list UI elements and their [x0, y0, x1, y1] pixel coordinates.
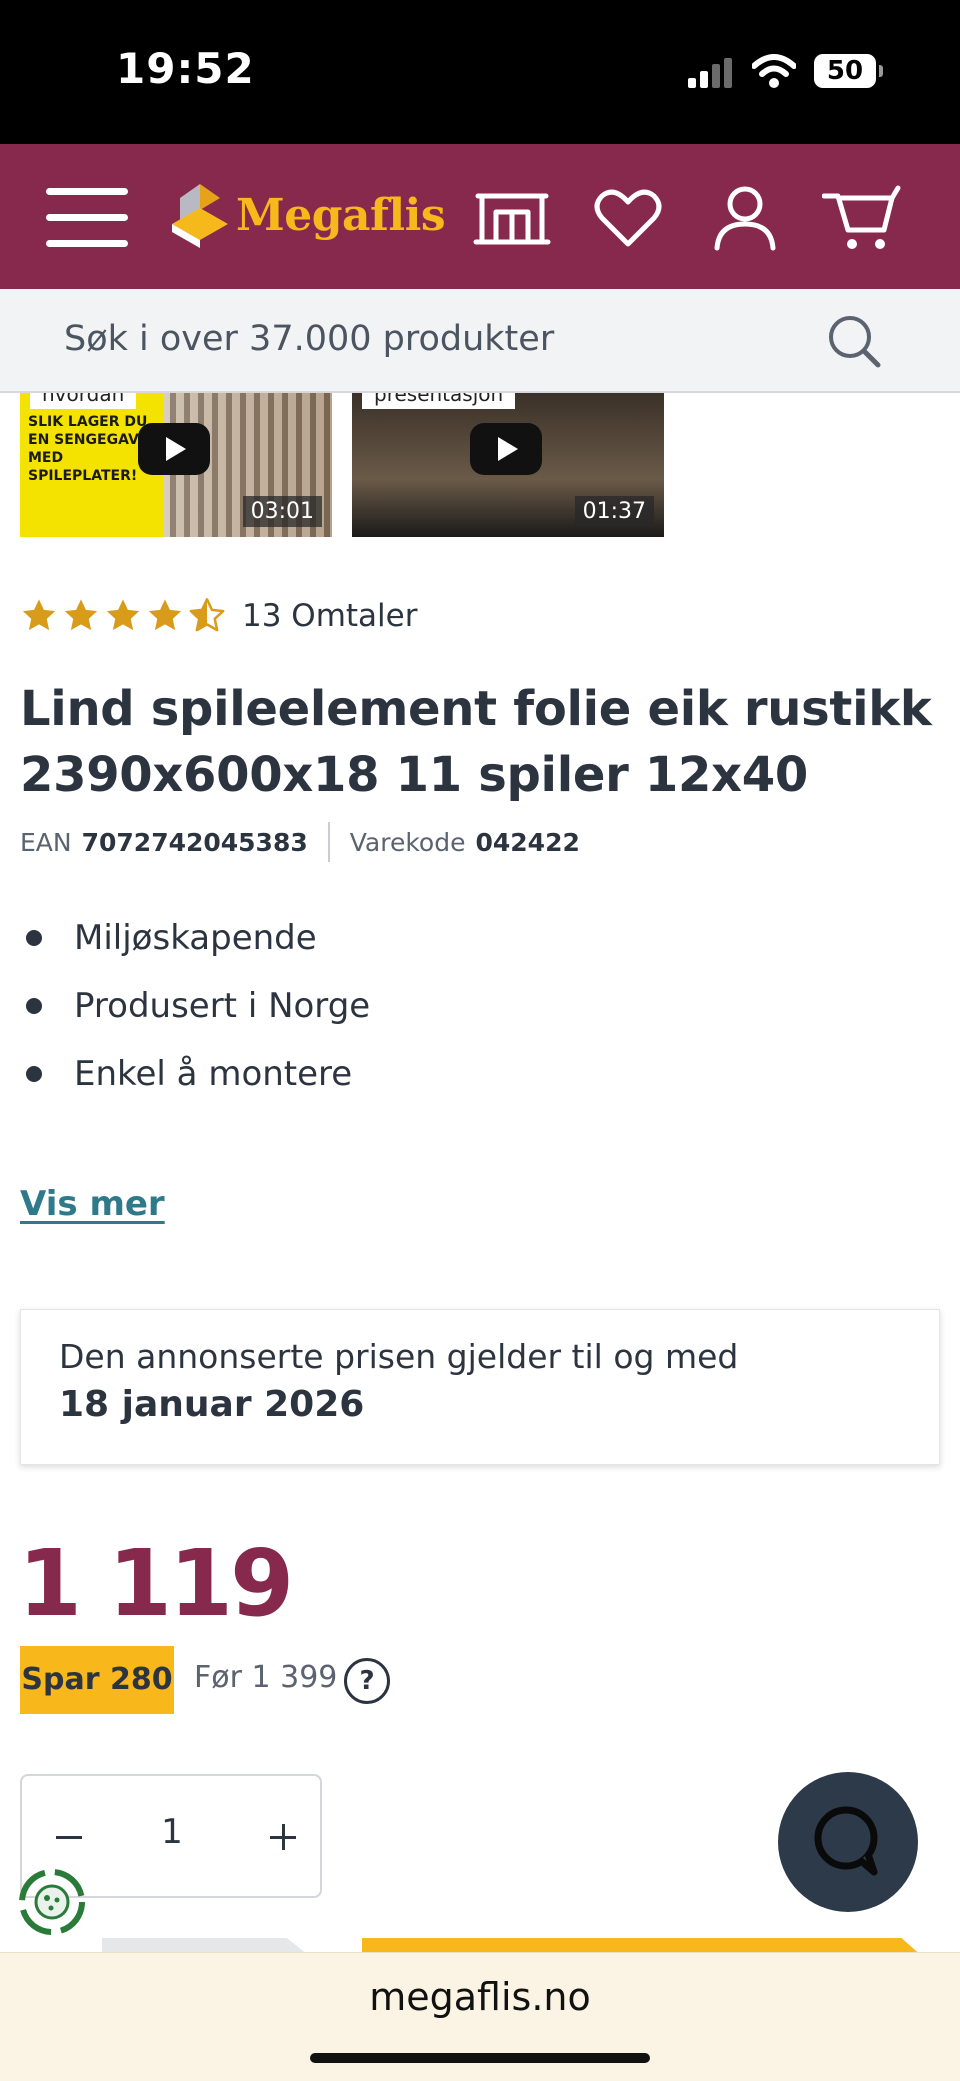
previous-price: Før 1 399: [194, 1660, 338, 1695]
notice-date: 18 januar 2026: [59, 1384, 365, 1425]
list-item: Enkel å montere: [22, 1048, 370, 1116]
list-item: Miljøskapende: [22, 912, 370, 980]
cart-icon[interactable]: [822, 184, 902, 254]
divider: [327, 822, 330, 862]
search-input[interactable]: Søk i over 37.000 produkter: [64, 319, 554, 359]
cellular-signal-icon: [688, 58, 732, 88]
star-full-icon: [148, 599, 182, 631]
play-icon[interactable]: [138, 423, 210, 475]
url-text[interactable]: megaflis.no: [0, 1975, 960, 2019]
price-validity-notice: Den annonserte prisen gjelder til og med…: [20, 1309, 940, 1465]
current-price: 1 119: [18, 1530, 294, 1637]
heart-icon[interactable]: [588, 184, 668, 254]
home-indicator[interactable]: [310, 2053, 650, 2063]
review-count-link[interactable]: 13 Omtaler: [242, 598, 417, 634]
increase-quantity-button[interactable]: [254, 1810, 310, 1866]
play-icon[interactable]: [470, 423, 542, 475]
video-duration: 01:37: [574, 496, 654, 527]
logo-mark-icon: [172, 184, 228, 248]
star-full-icon: [106, 599, 140, 631]
video-thumbnail-1[interactable]: hvordan SLIK LAGER DU EN SENGEGAVL MED S…: [20, 393, 332, 537]
browser-url-bar[interactable]: megaflis.no: [0, 1952, 960, 2081]
list-item: Produsert i Norge: [22, 980, 370, 1048]
store-icon[interactable]: [472, 184, 552, 254]
search-bar[interactable]: Søk i over 37.000 produkter: [0, 289, 960, 393]
chat-button[interactable]: [778, 1772, 918, 1912]
status-bar: 19:52 50: [0, 0, 960, 144]
cookie-consent-icon[interactable]: [16, 1866, 88, 1938]
user-icon[interactable]: [705, 184, 785, 254]
ean-label: EAN: [20, 827, 72, 857]
price-help-icon[interactable]: ?: [344, 1658, 390, 1704]
menu-icon[interactable]: [46, 186, 128, 248]
search-icon[interactable]: [826, 313, 884, 371]
video-duration: 03:01: [242, 496, 322, 527]
savings-badge: Spar 280: [20, 1646, 174, 1714]
product-rating[interactable]: 13 Omtaler: [20, 592, 417, 640]
quantity-value[interactable]: 1: [132, 1812, 212, 1852]
ean-value: 7072742045383: [81, 827, 308, 857]
product-title: Lind spileelement folie eik rustikk 2390…: [20, 681, 932, 803]
video-thumbnail-2[interactable]: presentasjon 01:37: [352, 393, 664, 537]
star-full-icon: [22, 599, 56, 631]
sku-label: Varekode: [349, 827, 466, 857]
decrease-quantity-button[interactable]: [40, 1810, 96, 1866]
logo-text: Megaflis: [236, 190, 446, 241]
battery-indicator: 50: [814, 54, 883, 88]
show-more-link[interactable]: Vis mer: [20, 1184, 165, 1224]
status-icons: 50: [688, 52, 884, 92]
chat-icon: [814, 1806, 878, 1876]
product-codes: EAN 7072742045383 Varekode 042422: [20, 822, 580, 862]
star-half-icon: [189, 598, 225, 632]
notice-text: Den annonserte prisen gjelder til og med: [59, 1337, 739, 1376]
feature-list: Miljøskapende Produsert i Norge Enkel å …: [22, 912, 370, 1116]
site-logo[interactable]: Megaflis: [172, 180, 446, 252]
wifi-icon: [752, 54, 796, 88]
status-time: 19:52: [116, 44, 255, 93]
site-header: Megaflis: [0, 144, 960, 289]
sku-value: 042422: [475, 827, 580, 857]
video-tag: hvordan: [30, 393, 137, 409]
video-tag: presentasjon: [362, 393, 516, 409]
star-full-icon: [64, 599, 98, 631]
